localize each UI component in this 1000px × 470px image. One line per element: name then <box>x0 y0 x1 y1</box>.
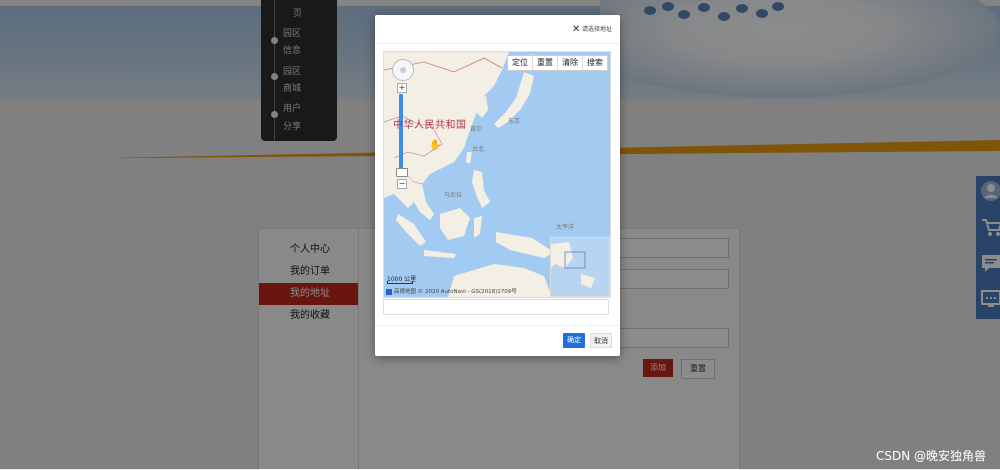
city-label: 首尔 <box>470 126 483 133</box>
amap-logo-icon <box>386 288 392 295</box>
selected-address-input[interactable] <box>383 299 609 315</box>
overview-terrain <box>551 242 595 288</box>
dialog-header: ✕ 请选择地址 <box>375 15 620 44</box>
map-pan-control[interactable] <box>392 59 414 81</box>
zoom-slider-handle[interactable] <box>396 168 408 177</box>
country-label: 中华人民共和国 <box>393 120 467 131</box>
city-label: 马尼拉 <box>444 192 463 199</box>
zoom-slider[interactable] <box>399 94 403 174</box>
map-reset-button[interactable]: 重置 <box>532 56 557 70</box>
map-copyright: 高德地图 © 2020 AutoNavi - GS(2018)1709号 <box>386 287 517 295</box>
map-scale-bar <box>387 281 413 284</box>
locate-button[interactable]: 定位 <box>508 56 532 70</box>
hand-cursor-icon: ✋ <box>429 140 442 151</box>
map-view[interactable]: 定位 重置 清除 搜索 + − 中华人民共和国 首尔 东京 台北 马尼拉 太平洋… <box>383 51 611 298</box>
dialog-footer-divider <box>375 325 620 326</box>
city-label: 台北 <box>472 146 485 153</box>
city-label: 太平洋 <box>556 224 575 231</box>
confirm-button[interactable]: 确定 <box>563 333 585 348</box>
address-picker-dialog: ✕ 请选择地址 定位 重置 清除 搜索 + − 中华人民共和国 首尔 东京 台北… <box>375 15 620 356</box>
csdn-watermark: CSDN @晚安独角兽 <box>875 449 986 463</box>
search-button[interactable]: 搜索 <box>582 56 607 70</box>
dialog-title: 请选择地址 <box>582 26 613 33</box>
cancel-button[interactable]: 取消 <box>590 333 612 348</box>
clear-button[interactable]: 清除 <box>557 56 582 70</box>
copyright-text: 高德地图 © 2020 AutoNavi - GS(2018)1709号 <box>394 289 517 295</box>
map-overview[interactable] <box>550 237 610 297</box>
zoom-in-button[interactable]: + <box>397 83 407 93</box>
map-toolbar: 定位 重置 清除 搜索 <box>507 55 608 71</box>
pan-center-icon <box>400 67 406 73</box>
zoom-out-button[interactable]: − <box>397 179 407 189</box>
city-label: 东京 <box>508 118 521 125</box>
close-icon[interactable]: ✕ <box>572 25 580 35</box>
